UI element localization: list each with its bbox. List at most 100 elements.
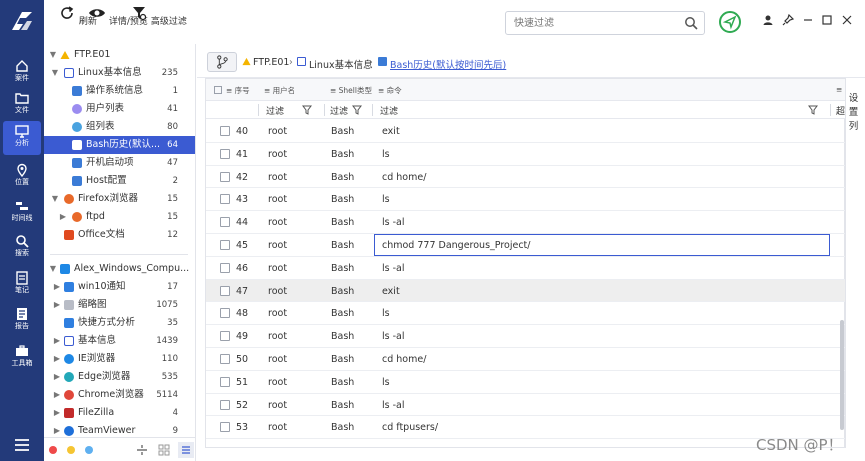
- advanced-filter-button[interactable]: 高级过滤: [130, 4, 187, 27]
- table-row[interactable]: 53 root Bash cd ftpusers/: [206, 416, 846, 440]
- filter-shell-input[interactable]: 过滤: [330, 104, 348, 117]
- table-row[interactable]: 41 root Bash ls: [206, 143, 846, 166]
- chevron-right-icon[interactable]: ▶: [52, 350, 62, 368]
- column-header-more[interactable]: ≡: [836, 85, 842, 94]
- chevron-right-icon[interactable]: ▶: [52, 332, 62, 350]
- row-checkbox[interactable]: [220, 422, 230, 433]
- row-checkbox[interactable]: [220, 331, 230, 342]
- chevron-right-icon[interactable]: ▶: [52, 404, 62, 422]
- row-checkbox[interactable]: [220, 194, 230, 205]
- tree-item-bash-history[interactable]: Bash历史(默认... 64: [44, 136, 195, 154]
- row-checkbox[interactable]: [220, 376, 230, 387]
- tree-item-ie[interactable]: ▶ IE浏览器 110: [44, 350, 195, 368]
- close-icon[interactable]: [841, 14, 853, 26]
- tree-item-filezilla[interactable]: ▶ FileZilla 4: [44, 404, 195, 422]
- maximize-icon[interactable]: [821, 14, 833, 26]
- hamburger-menu-icon[interactable]: [14, 438, 30, 452]
- funnel-icon[interactable]: [808, 105, 818, 115]
- column-header-command[interactable]: ≡ 命令: [378, 85, 402, 96]
- table-row[interactable]: 52 root Bash ls -al: [206, 394, 846, 417]
- table-row[interactable]: 43 root Bash ls: [206, 188, 846, 212]
- collapse-icon[interactable]: [136, 444, 148, 456]
- quick-filter-input[interactable]: [506, 12, 676, 34]
- yellow-tag-dot[interactable]: [67, 446, 75, 454]
- grid-view-icon[interactable]: [158, 444, 170, 456]
- row-checkbox[interactable]: [220, 399, 230, 410]
- rail-item-search[interactable]: 搜索: [3, 231, 41, 265]
- tree-item-host-config[interactable]: Host配置 2: [44, 172, 195, 190]
- table-scrollbar[interactable]: [840, 320, 844, 430]
- chevron-right-icon[interactable]: ▶: [52, 368, 62, 386]
- tree-item-chrome[interactable]: ▶ Chrome浏览器 5114: [44, 386, 195, 404]
- rail-item-timeline[interactable]: 时间线: [3, 196, 41, 230]
- minimize-icon[interactable]: [802, 14, 814, 26]
- table-row[interactable]: 45 root Bash chmod 777 Dangerous_Project/: [206, 234, 846, 257]
- breadcrumb-item-linux[interactable]: Linux基本信息: [309, 57, 373, 71]
- table-row[interactable]: 49 root Bash ls -al: [206, 325, 846, 348]
- tree-item-alex-windows[interactable]: ▼ Alex_Windows_Compu...: [44, 260, 195, 278]
- row-checkbox[interactable]: [220, 354, 230, 364]
- tree-item-linux-info[interactable]: ▼ Linux基本信息 235: [44, 64, 195, 82]
- column-header-index[interactable]: ≡ 序号: [226, 85, 250, 96]
- funnel-icon[interactable]: [302, 105, 312, 115]
- row-checkbox[interactable]: [220, 262, 230, 273]
- table-row[interactable]: 51 root Bash ls: [206, 371, 846, 394]
- select-all-checkbox[interactable]: [214, 86, 222, 94]
- tree-item-firefox[interactable]: ▼ Firefox浏览器 15: [44, 190, 195, 208]
- chevron-right-icon[interactable]: ▶: [52, 296, 62, 314]
- pin-icon[interactable]: [782, 14, 794, 26]
- table-row[interactable]: 42 root Bash cd home/: [206, 166, 846, 189]
- chevron-down-icon[interactable]: ▼: [48, 46, 58, 64]
- branch-button[interactable]: [207, 52, 237, 72]
- row-checkbox[interactable]: [220, 126, 230, 136]
- tree-item-ftp-e01[interactable]: ▼ FTP.E01: [44, 46, 195, 64]
- column-header-shell[interactable]: ≡ Shell类型: [330, 85, 372, 96]
- row-checkbox[interactable]: [220, 308, 230, 319]
- tree-item-office[interactable]: Office文档 12: [44, 226, 195, 244]
- table-row[interactable]: 48 root Bash ls: [206, 302, 846, 326]
- rail-item-analysis[interactable]: 分析: [3, 121, 41, 155]
- filter-user-input[interactable]: 过滤: [266, 104, 284, 117]
- tree-item-ftpd[interactable]: ▶ ftpd 15: [44, 208, 195, 226]
- column-settings-panel[interactable]: 设 置 列: [845, 78, 861, 448]
- row-checkbox[interactable]: [220, 240, 230, 250]
- breadcrumb-item-bash[interactable]: Bash历史(默认按时间先后): [390, 57, 506, 71]
- table-row[interactable]: 44 root Bash ls -al: [206, 211, 846, 234]
- list-view-icon[interactable]: [178, 442, 194, 458]
- tree-item-os-info[interactable]: 操作系统信息 1: [44, 82, 195, 100]
- funnel-icon[interactable]: [352, 105, 362, 115]
- chevron-down-icon[interactable]: ▼: [48, 260, 58, 278]
- rail-item-report[interactable]: 报告: [3, 304, 41, 338]
- rail-item-notes[interactable]: 笔记: [3, 268, 41, 302]
- filter-command-input[interactable]: 过滤: [380, 104, 398, 117]
- row-checkbox[interactable]: [220, 171, 230, 182]
- chevron-right-icon[interactable]: ▶: [52, 386, 62, 404]
- tree-item-thumbnails[interactable]: ▶ 缩略图 1075: [44, 296, 195, 314]
- table-row[interactable]: 46 root Bash ls -al: [206, 257, 846, 280]
- table-row[interactable]: 40 root Bash exit: [206, 120, 846, 143]
- rail-item-location[interactable]: 位置: [3, 160, 41, 194]
- rail-item-files[interactable]: 文件: [3, 88, 41, 122]
- chevron-right-icon[interactable]: ▶: [58, 208, 68, 226]
- rail-item-toolbox[interactable]: 工具箱: [3, 341, 41, 375]
- tree-item-group-list[interactable]: 组列表 80: [44, 118, 195, 136]
- chevron-down-icon[interactable]: ▼: [50, 64, 60, 82]
- row-checkbox[interactable]: [220, 148, 230, 159]
- chevron-down-icon[interactable]: ▼: [50, 190, 60, 208]
- tree-item-shortcut-analysis[interactable]: 快捷方式分析 35: [44, 314, 195, 332]
- rail-item-case[interactable]: 案件: [3, 56, 41, 90]
- breadcrumb-item-ftp[interactable]: FTP.E01: [253, 57, 289, 68]
- row-checkbox[interactable]: [220, 217, 230, 228]
- tree-item-basic-info[interactable]: ▶ 基本信息 1439: [44, 332, 195, 350]
- user-icon[interactable]: [762, 14, 774, 26]
- tree-item-startup[interactable]: 开机启动项 47: [44, 154, 195, 172]
- tree-item-edge[interactable]: ▶ Edge浏览器 535: [44, 368, 195, 386]
- column-header-user[interactable]: ≡ 用户名: [264, 85, 295, 96]
- send-button[interactable]: [719, 11, 741, 33]
- table-row[interactable]: 50 root Bash cd home/: [206, 348, 846, 371]
- chevron-right-icon[interactable]: ▶: [52, 278, 62, 296]
- red-tag-dot[interactable]: [49, 446, 57, 454]
- row-checkbox[interactable]: [220, 285, 230, 296]
- tree-item-win10-notify[interactable]: ▶ win10通知 17: [44, 278, 195, 296]
- table-row[interactable]: 47 root Bash exit: [206, 279, 846, 303]
